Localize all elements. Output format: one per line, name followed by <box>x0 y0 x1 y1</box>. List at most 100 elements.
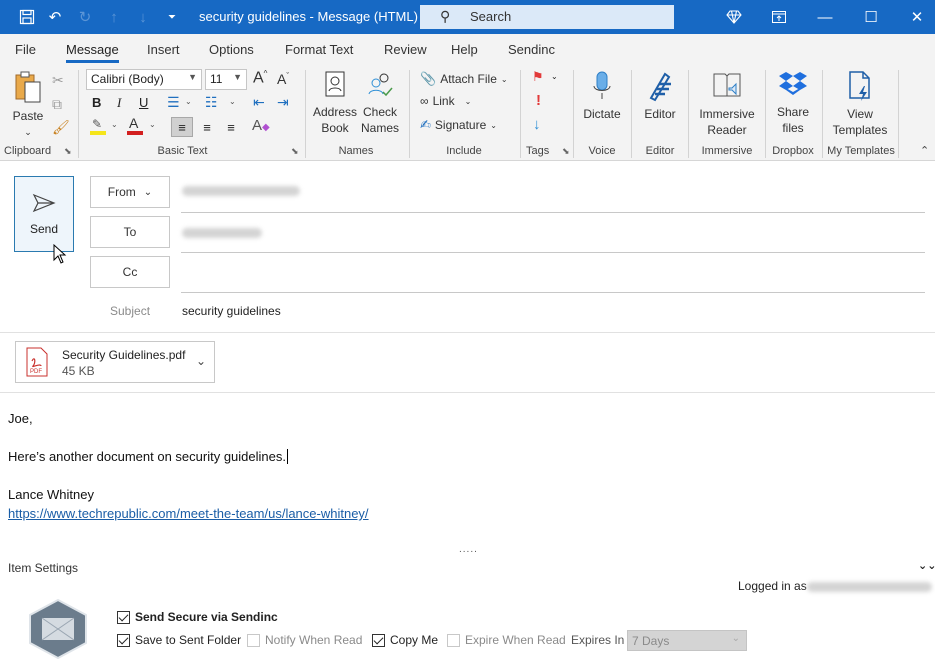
undo-icon[interactable]: ↶ <box>45 7 65 27</box>
align-center-icon[interactable]: ≡ <box>198 117 216 137</box>
address-book-label-1: Address <box>312 105 358 119</box>
immersive-reader-label-2: Reader <box>707 123 747 137</box>
align-left-icon[interactable]: ≡ <box>171 117 193 137</box>
basic-text-launcher-icon[interactable]: ⬊ <box>291 146 299 157</box>
check-names-button[interactable]: Check Names <box>359 70 401 136</box>
bullets-icon[interactable]: ☰ <box>167 94 180 111</box>
dictate-label: Dictate <box>583 107 621 121</box>
down-icon[interactable]: ↓ <box>133 7 153 27</box>
immersive-reader-button[interactable]: Immersive Reader <box>694 70 760 138</box>
tab-review[interactable]: Review <box>384 42 427 57</box>
address-book-button[interactable]: Address Book <box>312 70 358 136</box>
cc-button[interactable]: Cc <box>90 256 170 288</box>
tab-sendinc[interactable]: Sendinc <box>508 42 555 57</box>
chevron-down-icon[interactable]: ⌄ <box>111 120 118 129</box>
grow-font-icon[interactable]: A^ <box>253 69 267 87</box>
save-icon[interactable] <box>17 7 37 27</box>
paste-button[interactable]: Paste ⌄ <box>10 70 46 140</box>
clear-formatting-icon[interactable]: A◆ <box>252 117 270 134</box>
clipboard-launcher-icon[interactable]: ⬊ <box>64 146 72 157</box>
checkbox-checked <box>117 633 130 647</box>
to-field[interactable] <box>182 228 262 238</box>
align-right-icon[interactable]: ≡ <box>222 117 240 137</box>
share-files-button[interactable]: Share files <box>770 70 816 136</box>
paste-dropdown-icon[interactable]: ⌄ <box>10 124 46 140</box>
expand-chevron-icon[interactable]: ⌄⌄ <box>918 559 935 572</box>
link-button[interactable]: ∞ Link ⌄ <box>420 94 471 108</box>
decrease-indent-icon[interactable]: ⇤ <box>253 94 265 111</box>
tab-format-text[interactable]: Format Text <box>285 42 353 57</box>
underline-button[interactable]: U <box>139 95 148 110</box>
templates-icon <box>849 71 870 101</box>
bold-button[interactable]: B <box>92 95 101 110</box>
to-label: To <box>123 225 137 239</box>
tab-message[interactable]: Message <box>66 42 119 63</box>
close-icon[interactable]: ✕ <box>894 0 935 34</box>
tab-insert[interactable]: Insert <box>147 42 180 57</box>
customize-qat-icon[interactable]: ⏷ <box>162 7 182 27</box>
increase-indent-icon[interactable]: ⇥ <box>277 94 289 111</box>
splitter-handle[interactable]: ..... <box>459 544 478 555</box>
checkbox-checked <box>372 633 385 647</box>
attachment-card[interactable]: PDF Security Guidelines.pdf 45 KB ⌄ <box>15 341 215 383</box>
italic-button[interactable]: I <box>117 95 121 111</box>
from-button[interactable]: From ⌄ <box>90 176 170 208</box>
minimize-icon[interactable]: — <box>802 0 848 34</box>
body-line: Here’s another document on security guid… <box>8 449 292 464</box>
send-secure-checkbox[interactable]: Send Secure via Sendinc <box>117 610 278 624</box>
search-placeholder: Search <box>470 9 512 24</box>
font-size-combo[interactable]: 11 ▼ <box>205 69 247 90</box>
dictate-button[interactable]: Dictate <box>580 70 624 122</box>
high-importance-icon[interactable]: ! <box>536 92 541 109</box>
highlight-icon[interactable]: ✎ <box>90 117 106 135</box>
send-button[interactable]: Send <box>14 176 74 252</box>
ribbon-display-icon[interactable] <box>756 0 802 34</box>
to-button[interactable]: To <box>90 216 170 248</box>
chevron-down-icon[interactable]: ⌄ <box>551 72 558 81</box>
tab-file[interactable]: File <box>15 42 36 57</box>
attach-file-button[interactable]: 📎 Attach File ⌄ <box>420 71 508 87</box>
flag-icon[interactable]: ⚑ <box>532 69 544 85</box>
logged-in-label: Logged in as <box>738 579 807 593</box>
cc-underline <box>181 292 925 293</box>
chevron-down-icon[interactable]: ⌄ <box>149 120 156 129</box>
maximize-icon[interactable]: ☐ <box>848 0 894 34</box>
numbering-icon[interactable]: ☷ <box>205 94 218 111</box>
font-color-icon[interactable]: A <box>127 115 143 135</box>
font-name-combo[interactable]: Calibri (Body) ▼ <box>86 69 202 90</box>
group-separator <box>409 70 410 158</box>
attachment-menu-chevron-icon[interactable]: ⌄ <box>196 354 206 368</box>
link-icon: ∞ <box>420 94 429 108</box>
chevron-down-icon[interactable]: ⌄ <box>185 97 192 106</box>
group-separator <box>898 70 899 158</box>
chevron-down-icon: ⌄ <box>464 96 472 106</box>
redo-icon[interactable]: ↻ <box>75 7 95 27</box>
save-to-sent-checkbox[interactable]: Save to Sent Folder <box>117 633 241 647</box>
cut-icon[interactable]: ✂ <box>52 72 64 89</box>
signature-button[interactable]: ✍ Signature ⌄ <box>420 117 497 133</box>
check-names-icon <box>368 73 393 97</box>
tab-options[interactable]: Options <box>209 42 254 57</box>
chevron-down-icon[interactable]: ⌄ <box>229 97 236 106</box>
signature-link[interactable]: https://www.techrepublic.com/meet-the-te… <box>8 506 369 521</box>
group-clipboard-label: Clipboard <box>4 145 52 157</box>
view-templates-button[interactable]: View Templates <box>826 70 894 138</box>
notify-when-read-checkbox[interactable]: Notify When Read <box>247 633 362 647</box>
cc-field[interactable] <box>181 256 925 290</box>
attach-file-label: Attach File <box>440 72 497 86</box>
diamond-icon[interactable] <box>711 0 757 34</box>
expires-in-select[interactable]: 7 Days ⌄ <box>627 630 747 651</box>
search-input[interactable]: ⚲ Search <box>420 5 674 29</box>
copy-icon[interactable]: ⧉ <box>52 96 62 113</box>
up-icon[interactable]: ↑ <box>104 7 124 27</box>
low-importance-icon[interactable]: ↓ <box>533 116 541 133</box>
copy-me-checkbox[interactable]: Copy Me <box>372 633 438 647</box>
subject-field[interactable]: security guidelines <box>182 304 281 318</box>
shrink-font-icon[interactable]: Aˇ <box>277 71 289 87</box>
format-painter-icon[interactable]: 🖌 <box>52 119 70 136</box>
tab-help[interactable]: Help <box>451 42 478 57</box>
editor-button[interactable]: Editor <box>638 70 682 122</box>
expire-when-read-checkbox[interactable]: Expire When Read <box>447 633 566 647</box>
collapse-ribbon-icon[interactable]: ⌃ <box>920 144 929 157</box>
tags-launcher-icon[interactable]: ⬊ <box>562 146 570 157</box>
